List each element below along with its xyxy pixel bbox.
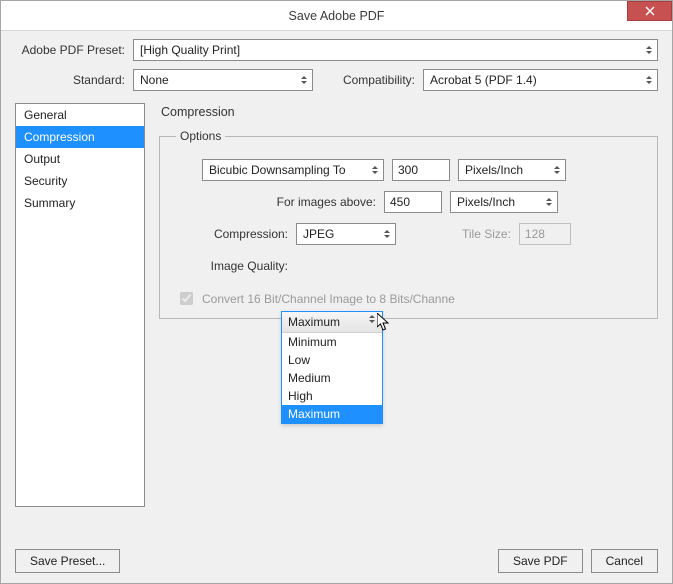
- downsample-unit-select[interactable]: Pixels/Inch: [458, 159, 566, 181]
- above-label: For images above:: [170, 195, 376, 209]
- image-quality-dropdown[interactable]: Maximum Minimum Low Medium High Maximum: [281, 311, 383, 424]
- cancel-button[interactable]: Cancel: [591, 549, 658, 573]
- sidebar-item-general[interactable]: General: [16, 104, 144, 126]
- spinner-icon: [298, 71, 310, 89]
- compat-select[interactable]: Acrobat 5 (PDF 1.4): [423, 69, 658, 91]
- window-title: Save Adobe PDF: [1, 9, 672, 23]
- downsample-value-input[interactable]: [392, 159, 450, 181]
- image-quality-row: Image Quality:: [170, 255, 647, 277]
- panel-title: Compression: [161, 105, 658, 119]
- titlebar: Save Adobe PDF: [1, 1, 672, 31]
- quality-option-maximum[interactable]: Maximum: [282, 405, 382, 423]
- downsample-row: Bicubic Downsampling To Pixels/Inch: [170, 159, 647, 181]
- image-quality-label: Image Quality:: [170, 259, 288, 273]
- sidebar-item-security[interactable]: Security: [16, 170, 144, 192]
- above-value-input[interactable]: [384, 191, 442, 213]
- quality-option-low[interactable]: Low: [282, 351, 382, 369]
- compat-label: Compatibility:: [327, 73, 415, 87]
- spinner-icon: [369, 161, 381, 179]
- save-preset-button[interactable]: Save Preset...: [15, 549, 120, 573]
- dialog-window: Save Adobe PDF Adobe PDF Preset: [High Q…: [0, 0, 673, 584]
- spinner-icon: [543, 193, 555, 211]
- spinner-icon: [369, 315, 379, 323]
- image-quality-select-placeholder: [296, 255, 396, 277]
- preset-value: [High Quality Print]: [140, 43, 240, 57]
- close-icon: [645, 6, 655, 16]
- quality-option-minimum[interactable]: Minimum: [282, 333, 382, 351]
- tilesize-label: Tile Size:: [462, 227, 511, 241]
- compression-label: Compression:: [170, 227, 288, 241]
- image-quality-selected-value: Maximum: [288, 315, 340, 329]
- category-sidebar: General Compression Output Security Summ…: [15, 103, 145, 507]
- downsample-unit-value: Pixels/Inch: [465, 163, 523, 177]
- footer: Save Preset... Save PDF Cancel: [15, 543, 658, 573]
- preset-select[interactable]: [High Quality Print]: [133, 39, 658, 61]
- quality-option-high[interactable]: High: [282, 387, 382, 405]
- tilesize-input: [519, 223, 571, 245]
- options-legend: Options: [176, 129, 225, 143]
- dialog-body: Adobe PDF Preset: [High Quality Print] S…: [1, 31, 672, 583]
- compression-panel: Compression Options Bicubic Downsampling…: [159, 103, 658, 543]
- compression-row: Compression: JPEG Tile Size:: [170, 223, 647, 245]
- sidebar-item-compression[interactable]: Compression: [16, 126, 144, 148]
- spinner-icon: [551, 161, 563, 179]
- preset-row: Adobe PDF Preset: [High Quality Print]: [15, 39, 658, 61]
- image-quality-selected[interactable]: Maximum: [282, 312, 382, 333]
- spinner-icon: [643, 41, 655, 59]
- convert-checkbox: [180, 292, 193, 305]
- downsample-method-select[interactable]: Bicubic Downsampling To: [202, 159, 384, 181]
- standard-label: Standard:: [15, 73, 125, 87]
- compat-value: Acrobat 5 (PDF 1.4): [430, 73, 537, 87]
- compression-select[interactable]: JPEG: [296, 223, 396, 245]
- sidebar-item-summary[interactable]: Summary: [16, 192, 144, 214]
- preset-label: Adobe PDF Preset:: [15, 43, 125, 57]
- above-unit-select[interactable]: Pixels/Inch: [450, 191, 558, 213]
- options-fieldset: Options Bicubic Downsampling To Pixels/I…: [159, 129, 658, 319]
- standard-select[interactable]: None: [133, 69, 313, 91]
- save-pdf-button[interactable]: Save PDF: [498, 549, 583, 573]
- window-close-button[interactable]: [627, 1, 672, 21]
- spinner-icon: [643, 71, 655, 89]
- sidebar-item-output[interactable]: Output: [16, 148, 144, 170]
- convert-row: Convert 16 Bit/Channel Image to 8 Bits/C…: [176, 289, 647, 308]
- standard-value: None: [140, 73, 169, 87]
- compression-value: JPEG: [303, 227, 334, 241]
- convert-label: Convert 16 Bit/Channel Image to 8 Bits/C…: [202, 292, 455, 306]
- spinner-icon: [381, 225, 393, 243]
- above-unit-value: Pixels/Inch: [457, 195, 515, 209]
- downsample-method-value: Bicubic Downsampling To: [209, 163, 346, 177]
- standard-compat-row: Standard: None Compatibility: Acrobat 5 …: [15, 69, 658, 91]
- quality-option-medium[interactable]: Medium: [282, 369, 382, 387]
- above-row: For images above: Pixels/Inch: [170, 191, 647, 213]
